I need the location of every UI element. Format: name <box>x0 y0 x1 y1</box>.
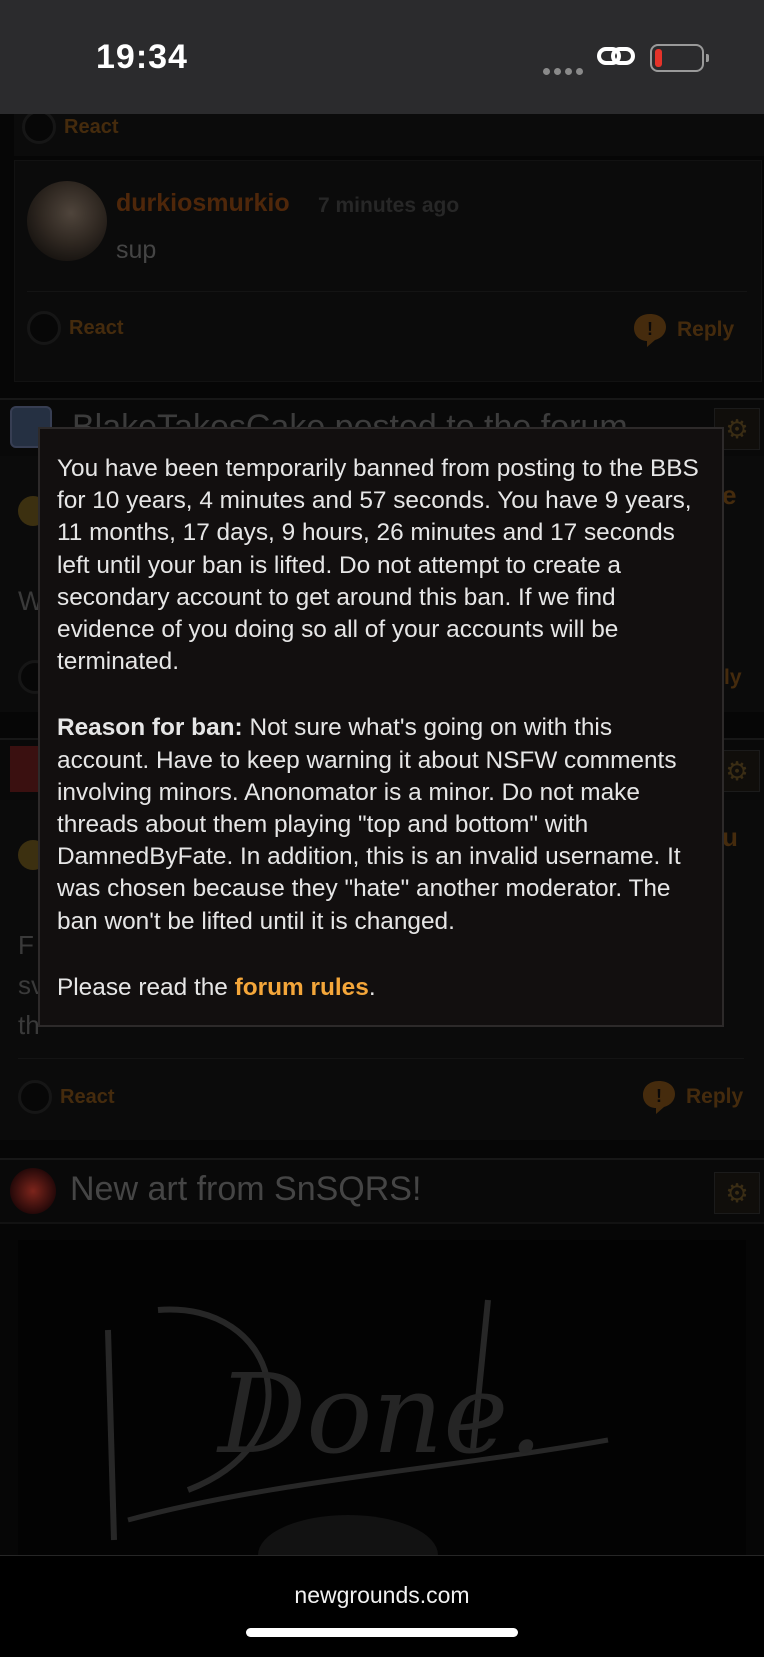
forum-rules-link[interactable]: forum rules <box>235 974 369 1001</box>
status-time: 19:34 <box>96 38 188 76</box>
ban-reason-text: Not sure what's going on with this accou… <box>57 714 681 935</box>
signal-icon <box>543 62 587 80</box>
link-icon <box>597 47 635 65</box>
rules-notice: Please read the forum rules. <box>57 973 376 1001</box>
ban-notice-dialog: You have been temporarily banned from po… <box>38 427 724 1027</box>
ban-message: You have been temporarily banned from po… <box>57 455 699 676</box>
battery-icon <box>650 44 709 72</box>
ban-reason: Reason for ban: Not sure what's going on… <box>57 712 704 937</box>
ban-reason-label: Reason for ban: <box>57 714 243 742</box>
url-domain[interactable]: newgrounds.com <box>0 1582 764 1609</box>
home-indicator[interactable] <box>246 1628 518 1637</box>
